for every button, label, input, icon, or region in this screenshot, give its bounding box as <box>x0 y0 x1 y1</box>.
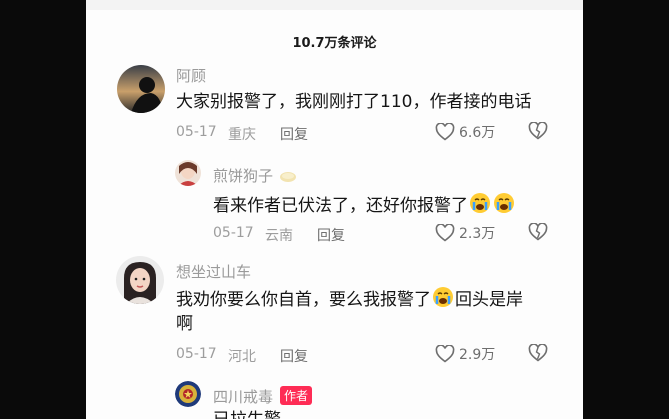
comment-location: 云南 <box>265 228 293 244</box>
like-button[interactable]: 2.9万 <box>435 344 495 364</box>
comment-username[interactable]: 四川戒毒 <box>213 386 273 407</box>
broken-heart-icon <box>528 222 548 241</box>
username-text: 煎饼狗子 <box>213 167 274 185</box>
comment-text: 已拉生警 <box>213 408 281 419</box>
broken-heart-icon <box>528 343 548 362</box>
avatar[interactable] <box>117 65 165 113</box>
comment-text-part: 看来作者已伏法了，还好你报警了 <box>213 196 468 216</box>
heart-icon <box>435 345 455 363</box>
comments-sheet: 10.7万条评论 阿顾 大家别报警了，我刚刚打了110，作者接的电话 05-17… <box>86 0 583 419</box>
crying-emoji-icon <box>433 287 453 307</box>
top-strip <box>86 0 583 10</box>
comment-username[interactable]: 想坐过山车 <box>176 261 251 282</box>
comment-location: 河北 <box>228 349 256 365</box>
comment-username[interactable]: 煎饼狗子 <box>213 165 298 186</box>
crying-emoji-icon <box>494 193 514 213</box>
crying-emoji-icon <box>470 193 490 213</box>
like-count: 2.3万 <box>459 226 496 242</box>
avatar[interactable] <box>175 160 201 186</box>
like-count: 6.6万 <box>459 125 496 141</box>
comment-username[interactable]: 阿顾 <box>176 65 206 86</box>
dislike-button[interactable] <box>528 343 548 366</box>
comment-text: 我劝你要么你自首，要么我报警了 回头是岸 <box>176 286 523 313</box>
like-button[interactable]: 2.3万 <box>435 223 495 243</box>
comment-date: 05-17 <box>176 346 217 362</box>
comment-text-part: 回头是岸 <box>455 290 523 310</box>
comment-date: 05-17 <box>176 124 217 140</box>
avatar[interactable] <box>175 381 201 407</box>
reply-button[interactable]: 回复 <box>317 225 345 245</box>
pancake-icon <box>279 172 296 182</box>
comment-location: 重庆 <box>228 127 256 143</box>
dislike-button[interactable] <box>528 222 548 245</box>
comment-count: 10.7万条评论 <box>292 36 377 51</box>
dislike-button[interactable] <box>528 121 548 144</box>
heart-icon <box>435 224 455 242</box>
broken-heart-icon <box>528 121 548 140</box>
comment-text: 大家别报警了，我刚刚打了110，作者接的电话 <box>176 92 532 112</box>
avatar[interactable] <box>116 256 164 304</box>
reply-button[interactable]: 回复 <box>280 346 308 366</box>
author-badge: 作者 <box>280 386 313 405</box>
comment-text-part: 我劝你要么你自首，要么我报警了 <box>176 290 431 310</box>
like-button[interactable]: 6.6万 <box>435 122 495 142</box>
comment-text-line2: 啊 <box>176 314 193 334</box>
reply-button[interactable]: 回复 <box>280 124 308 144</box>
comment-date: 05-17 <box>213 225 254 241</box>
like-count: 2.9万 <box>459 347 496 363</box>
comment-text: 看来作者已伏法了，还好你报警了 <box>213 192 516 219</box>
heart-icon <box>435 123 455 141</box>
